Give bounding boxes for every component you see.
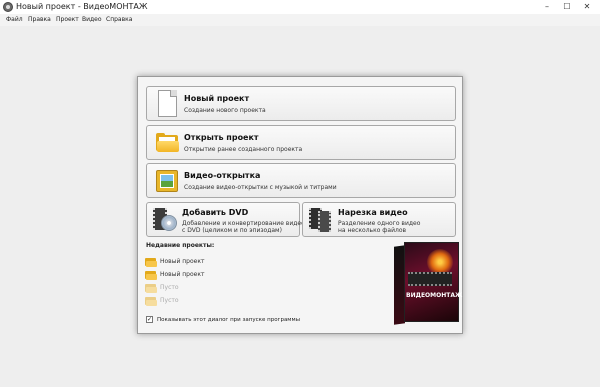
menu-bar: Файл Правка Проект Видео Справка bbox=[0, 14, 600, 26]
recent-project-label: Пусто bbox=[160, 297, 179, 304]
folder-icon bbox=[145, 257, 157, 267]
recent-project-label: Новый проект bbox=[160, 271, 205, 278]
new-project-desc: Создание нового проекта bbox=[184, 107, 266, 114]
new-project-title: Новый проект bbox=[184, 94, 250, 103]
open-project-title: Открыть проект bbox=[184, 133, 259, 142]
menu-file[interactable]: Файл bbox=[6, 15, 23, 25]
folder-icon bbox=[156, 133, 179, 152]
window-title: Новый проект - ВидеоМОНТАЖ bbox=[16, 2, 148, 11]
show-on-startup-checkbox[interactable]: ✓ bbox=[146, 316, 153, 323]
folder-icon bbox=[145, 296, 157, 306]
recent-project-empty: Пусто bbox=[145, 295, 295, 307]
product-brand: ВИДЕОМОНТАЖ bbox=[406, 292, 463, 299]
video-card-title: Видео-открытка bbox=[184, 171, 261, 180]
recent-project-label: Пусто bbox=[160, 284, 179, 291]
recent-project-empty: Пусто bbox=[145, 282, 295, 294]
show-on-startup-row: ✓ Показывать этот диалог при запуске про… bbox=[146, 315, 346, 325]
add-dvd-title: Добавить DVD bbox=[182, 208, 249, 217]
add-dvd-desc-line1: Добавление и конвертирование видео bbox=[182, 220, 305, 227]
video-card-button[interactable]: Видео-открытка Создание видео-открытки с… bbox=[146, 163, 456, 198]
cut-video-title: Нарезка видео bbox=[338, 208, 408, 217]
add-dvd-desc-line2: с DVD (целиком и по эпизодам) bbox=[182, 227, 282, 234]
maximize-button[interactable]: ☐ bbox=[558, 0, 576, 14]
new-project-button[interactable]: Новый проект Создание нового проекта bbox=[146, 86, 456, 121]
product-box-image: ВИДЕОМОНТАЖ bbox=[394, 242, 463, 325]
recent-project-label: Новый проект bbox=[160, 258, 205, 265]
photo-icon bbox=[156, 170, 178, 192]
document-icon bbox=[158, 90, 177, 117]
film-strip-icon bbox=[408, 272, 452, 286]
dvd-icon bbox=[153, 208, 177, 232]
menu-video[interactable]: Видео bbox=[82, 15, 102, 25]
recent-projects-header: Недавние проекты: bbox=[146, 242, 215, 249]
minimize-button[interactable]: – bbox=[538, 0, 556, 14]
cut-video-desc-line2: на несколько файлов bbox=[338, 227, 407, 234]
show-on-startup-label: Показывать этот диалог при запуске прогр… bbox=[157, 317, 300, 323]
cut-video-desc-line1: Разделение одного видео bbox=[338, 220, 421, 227]
film-icon bbox=[309, 208, 333, 232]
app-logo-icon bbox=[3, 2, 13, 12]
menu-project[interactable]: Проект bbox=[56, 15, 79, 25]
add-dvd-button[interactable]: Добавить DVD Добавление и конвертировани… bbox=[146, 202, 305, 237]
open-project-desc: Открытие ранее созданного проекта bbox=[184, 146, 303, 153]
menu-edit[interactable]: Правка bbox=[28, 15, 51, 25]
video-card-desc: Создание видео-открытки с музыкой и титр… bbox=[184, 184, 337, 191]
recent-project-item[interactable]: Новый проект bbox=[145, 269, 295, 281]
open-project-button[interactable]: Открыть проект Открытие ранее созданного… bbox=[146, 125, 456, 160]
menu-help[interactable]: Справка bbox=[106, 15, 132, 25]
cut-video-button[interactable]: Нарезка видео Разделение одного видео на… bbox=[302, 202, 456, 237]
recent-project-item[interactable]: Новый проект bbox=[145, 256, 295, 268]
folder-icon bbox=[145, 270, 157, 280]
title-bar: Новый проект - ВидеоМОНТАЖ – ☐ ✕ bbox=[0, 0, 600, 14]
folder-icon bbox=[145, 283, 157, 293]
close-button[interactable]: ✕ bbox=[578, 0, 596, 14]
